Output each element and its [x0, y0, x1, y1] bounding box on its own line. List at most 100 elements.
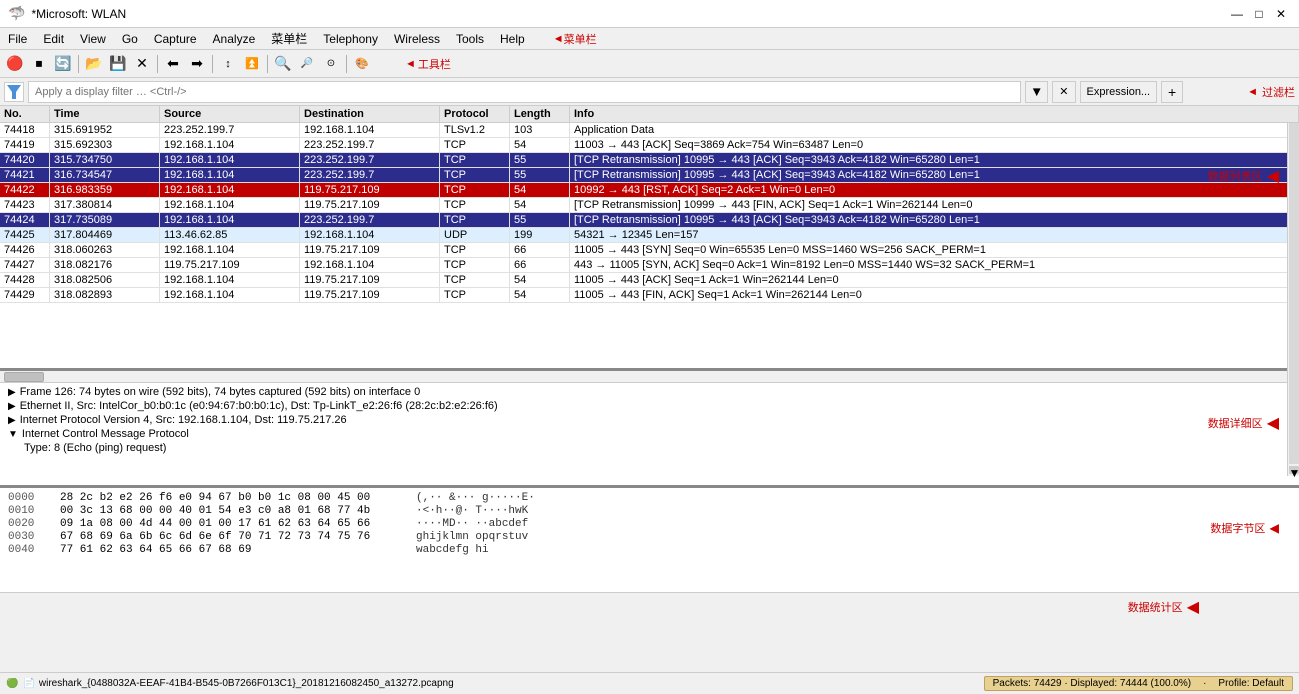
packet-cell: TCP [440, 183, 510, 197]
packet-cell: 316.734547 [50, 168, 160, 182]
packet-row[interactable]: 74428318.082506192.168.1.104119.75.217.1… [0, 273, 1299, 288]
packet-row[interactable]: 74419315.692303192.168.1.104223.252.199.… [0, 138, 1299, 153]
packet-cell: 192.168.1.104 [160, 183, 300, 197]
back-btn[interactable]: ⬅ [162, 53, 184, 75]
expression-button[interactable]: Expression... [1080, 81, 1158, 103]
packet-cell: 103 [510, 123, 570, 137]
zoom-in-btn[interactable]: 🔍 [272, 53, 294, 75]
packet-row[interactable]: 74423317.380814192.168.1.104119.75.217.1… [0, 198, 1299, 213]
packet-cell: 55 [510, 213, 570, 227]
packet-cell: 192.168.1.104 [160, 273, 300, 287]
packet-row[interactable]: 74424317.735089192.168.1.104223.252.199.… [0, 213, 1299, 228]
menu-file[interactable]: File [0, 28, 35, 49]
packet-cell: 315.734750 [50, 153, 160, 167]
packet-row[interactable]: 74426318.060263192.168.1.104119.75.217.1… [0, 243, 1299, 258]
bytes-row: 004077 61 62 63 64 65 66 67 68 69wabcdef… [8, 544, 1291, 556]
detail-expand-arrow[interactable]: ▶ [8, 415, 16, 426]
packet-row[interactable]: 74422316.983359192.168.1.104119.75.217.1… [0, 183, 1299, 198]
colorize-btn[interactable]: 🎨 [351, 53, 373, 75]
packet-cell: 192.168.1.104 [160, 243, 300, 257]
forward-btn[interactable]: ➡ [186, 53, 208, 75]
packet-row[interactable]: 74421316.734547192.168.1.104223.252.199.… [0, 168, 1299, 183]
save-file-btn[interactable]: 💾 [107, 53, 129, 75]
detail-item[interactable]: ▶Internet Protocol Version 4, Src: 192.1… [0, 413, 1299, 427]
stop-capture-btn[interactable]: ⏹ [28, 53, 50, 75]
packet-cell: [TCP Retransmission] 10995 → 443 [ACK] S… [570, 168, 1299, 182]
detail-item[interactable]: Type: 8 (Echo (ping) request) [0, 441, 1299, 455]
filterbar-annotation-text: 过滤栏 [1262, 84, 1295, 100]
close-button[interactable]: ✕ [1271, 4, 1291, 24]
packet-row[interactable]: 74425317.804469113.46.62.85192.168.1.104… [0, 228, 1299, 243]
minimize-button[interactable]: — [1227, 4, 1247, 24]
first-packet-btn[interactable]: ⏫ [241, 53, 263, 75]
col-header-protocol[interactable]: Protocol [440, 106, 510, 122]
toolbar-annotation-text: 工具栏 [418, 56, 451, 72]
packet-row[interactable]: 74429318.082893192.168.1.104119.75.217.1… [0, 288, 1299, 303]
packet-cell: 74420 [0, 153, 50, 167]
menu-help[interactable]: Help [492, 28, 533, 49]
filter-clear-button[interactable]: ✕ [1052, 81, 1075, 103]
menu-analyze[interactable]: Analyze [205, 28, 264, 49]
menu-statistics[interactable]: 菜单栏 [263, 28, 315, 49]
menubar-annotation-arrow: ◄ [553, 33, 564, 45]
status-packets: Packets: 74429 · Displayed: 74444 (100.0… [993, 678, 1191, 689]
vertical-scrollbar[interactable]: ▲ ▼ [1287, 106, 1299, 476]
close-file-btn[interactable]: ✕ [131, 53, 153, 75]
status-filename: wireshark_{0488032A-EEAF-41B4-B545-0B726… [39, 678, 454, 689]
packet-list[interactable]: No. Time Source Destination Protocol Len… [0, 106, 1299, 368]
packet-cell: 74422 [0, 183, 50, 197]
menu-view[interactable]: View [72, 28, 114, 49]
menu-go[interactable]: Go [114, 28, 146, 49]
detail-item[interactable]: ▼Internet Control Message Protocol [0, 427, 1299, 441]
packet-cell: TCP [440, 288, 510, 302]
col-header-info[interactable]: Info [570, 106, 1299, 122]
filter-input[interactable] [28, 81, 1021, 103]
status-bar: 🟢 📄 wireshark_{0488032A-EEAF-41B4-B545-0… [0, 672, 1299, 694]
col-header-length[interactable]: Length [510, 106, 570, 122]
maximize-button[interactable]: □ [1249, 4, 1269, 24]
stats-annotation: 数据统计区 ◀ [1128, 597, 1199, 617]
horizontal-scrollbar[interactable] [0, 371, 1299, 383]
packet-cell: 318.060263 [50, 243, 160, 257]
packet-cell: 55 [510, 168, 570, 182]
bytes-row: 000028 2c b2 e2 26 f6 e0 94 67 b0 b0 1c … [8, 492, 1291, 504]
menu-edit[interactable]: Edit [35, 28, 72, 49]
restart-capture-btn[interactable]: 🔄 [52, 53, 74, 75]
col-header-destination[interactable]: Destination [300, 106, 440, 122]
packet-cell: 315.692303 [50, 138, 160, 152]
bytes-rows: 000028 2c b2 e2 26 f6 e0 94 67 b0 b0 1c … [8, 492, 1291, 556]
goto-packet-btn[interactable]: ↕ [217, 53, 239, 75]
detail-item[interactable]: ▶ Ethernet II, Src: IntelCor_b0:b0:1c (e0… [0, 399, 1299, 413]
packet-cell: 317.804469 [50, 228, 160, 242]
packet-row[interactable]: 74420315.734750192.168.1.104223.252.199.… [0, 153, 1299, 168]
bytes-ascii: ·<·h··@· T····hwK [416, 505, 528, 517]
status-profile: Profile: Default [1218, 678, 1284, 689]
open-file-btn[interactable]: 📂 [83, 53, 105, 75]
filter-dropdown-button[interactable]: ▼ [1025, 81, 1048, 103]
col-header-source[interactable]: Source [160, 106, 300, 122]
zoom-out-btn[interactable]: 🔎 [296, 53, 318, 75]
bytes-hex: 00 3c 13 68 00 00 40 01 54 e3 c0 a8 01 6… [60, 505, 400, 517]
detail-item[interactable]: ▶Frame 126: 74 bytes on wire (592 bits),… [0, 385, 1299, 399]
packet-cell: 223.252.199.7 [300, 153, 440, 167]
col-header-time[interactable]: Time [50, 106, 160, 122]
packet-row[interactable]: 74418315.691952223.252.199.7192.168.1.10… [0, 123, 1299, 138]
menu-tools[interactable]: Tools [448, 28, 492, 49]
start-capture-btn[interactable]: 🔴 [4, 53, 26, 75]
title-bar: 🦈 *Microsoft: WLAN — □ ✕ [0, 0, 1299, 28]
bytes-hex: 09 1a 08 00 4d 44 00 01 00 17 61 62 63 6… [60, 518, 400, 530]
filterbar-annotation-arrow: ◄ [1247, 86, 1258, 98]
packet-row[interactable]: 74427318.082176119.75.217.109192.168.1.1… [0, 258, 1299, 273]
menu-capture[interactable]: Capture [146, 28, 205, 49]
detail-expand-arrow[interactable]: ▶ [8, 387, 16, 398]
menu-wireless[interactable]: Wireless [386, 28, 448, 49]
bytes-offset: 0040 [8, 544, 44, 556]
add-filter-button[interactable]: + [1161, 81, 1183, 103]
detail-text: Ethernet II, Src: IntelCor_b0:b0:1c (e0:… [20, 400, 498, 412]
status-left: 🟢 📄 wireshark_{0488032A-EEAF-41B4-B545-0… [6, 678, 984, 689]
col-header-no[interactable]: No. [0, 106, 50, 122]
menu-telephony[interactable]: Telephony [315, 28, 386, 49]
detail-expand-arrow[interactable]: ▶ [8, 401, 16, 412]
detail-expand-arrow[interactable]: ▼ [8, 429, 18, 440]
zoom-reset-btn[interactable]: ⊙ [320, 53, 342, 75]
